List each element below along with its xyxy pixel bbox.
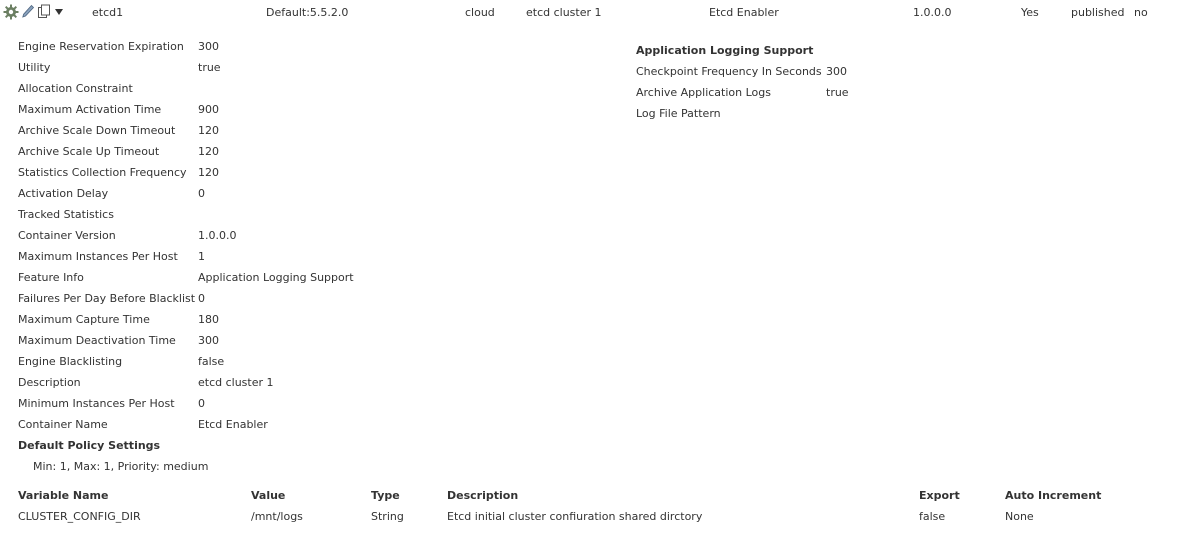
property-label: Allocation Constraint	[18, 82, 133, 95]
property-label: Archive Scale Down Timeout	[18, 124, 176, 137]
property-label: Container Name	[18, 418, 108, 431]
property-value: 1	[198, 250, 205, 263]
table-cell: None	[1005, 510, 1034, 523]
row-description: etcd cluster 1	[526, 6, 602, 19]
table-cell: CLUSTER_CONFIG_DIR	[18, 510, 141, 523]
property-value: 120	[198, 166, 219, 179]
row-version: 1.0.0.0	[913, 6, 952, 19]
row-enabler: Etcd Enabler	[709, 6, 779, 19]
table-cell: String	[371, 510, 404, 523]
logging-heading: Application Logging Support	[636, 44, 814, 57]
column-header-value: Value	[251, 489, 286, 502]
property-value: etcd cluster 1	[198, 376, 274, 389]
property-value: 0	[198, 187, 205, 200]
property-label: Maximum Capture Time	[18, 313, 150, 326]
property-value: Application Logging Support	[198, 271, 354, 284]
property-label: Engine Blacklisting	[18, 355, 123, 368]
property-label: Minimum Instances Per Host	[18, 397, 175, 410]
row-distribution: Default:5.5.2.0	[266, 6, 349, 19]
property-value: Etcd Enabler	[198, 418, 268, 431]
property-label: Maximum Deactivation Time	[18, 334, 176, 347]
logging-label: Log File Pattern	[636, 107, 721, 120]
policy-text: Min: 1, Max: 1, Priority: medium	[33, 460, 209, 473]
row-extra: no	[1134, 6, 1148, 19]
table-cell: false	[919, 510, 946, 523]
row-name[interactable]: etcd1	[92, 6, 123, 19]
row-type: cloud	[465, 6, 495, 19]
pencil-icon[interactable]	[21, 4, 35, 20]
property-label: Maximum Activation Time	[18, 103, 162, 116]
row-status: published	[1071, 6, 1125, 19]
logging-label: Archive Application Logs	[636, 86, 771, 99]
table-cell: /mnt/logs	[251, 510, 303, 523]
property-value: true	[198, 61, 221, 74]
property-label: Container Version	[18, 229, 116, 242]
property-value: 0	[198, 397, 205, 410]
property-value: 120	[198, 145, 219, 158]
property-value: 900	[198, 103, 219, 116]
property-value: 300	[198, 334, 219, 347]
property-value: 180	[198, 313, 219, 326]
property-label: Description	[18, 376, 81, 389]
column-header-description: Description	[447, 489, 519, 502]
property-label: Maximum Instances Per Host	[18, 250, 178, 263]
property-label: Statistics Collection Frequency	[18, 166, 187, 179]
dropdown-caret-icon[interactable]	[55, 9, 63, 15]
row-flag: Yes	[1021, 6, 1039, 19]
property-label: Engine Reservation Expiration	[18, 40, 184, 53]
property-value: false	[198, 355, 225, 368]
gear-icon[interactable]	[3, 4, 19, 20]
column-header-export: Export	[919, 489, 960, 502]
property-value: 300	[198, 40, 219, 53]
column-header-auto-increment: Auto Increment	[1005, 489, 1102, 502]
property-label: Feature Info	[18, 271, 84, 284]
table-cell: Etcd initial cluster confiuration shared…	[447, 510, 703, 523]
column-header-type: Type	[371, 489, 400, 502]
policy-heading: Default Policy Settings	[18, 439, 161, 452]
property-value: 120	[198, 124, 219, 137]
logging-label: Checkpoint Frequency In Seconds	[636, 65, 822, 78]
logging-value: 300	[826, 65, 847, 78]
property-label: Activation Delay	[18, 187, 109, 200]
property-label: Utility	[18, 61, 51, 74]
column-header-variable-name: Variable Name	[18, 489, 109, 502]
property-label: Tracked Statistics	[18, 208, 114, 221]
copy-icon[interactable]	[37, 4, 51, 20]
property-label: Failures Per Day Before Blacklist	[18, 292, 196, 305]
logging-value: true	[826, 86, 849, 99]
property-value: 0	[198, 292, 205, 305]
property-label: Archive Scale Up Timeout	[18, 145, 160, 158]
property-value: 1.0.0.0	[198, 229, 237, 242]
